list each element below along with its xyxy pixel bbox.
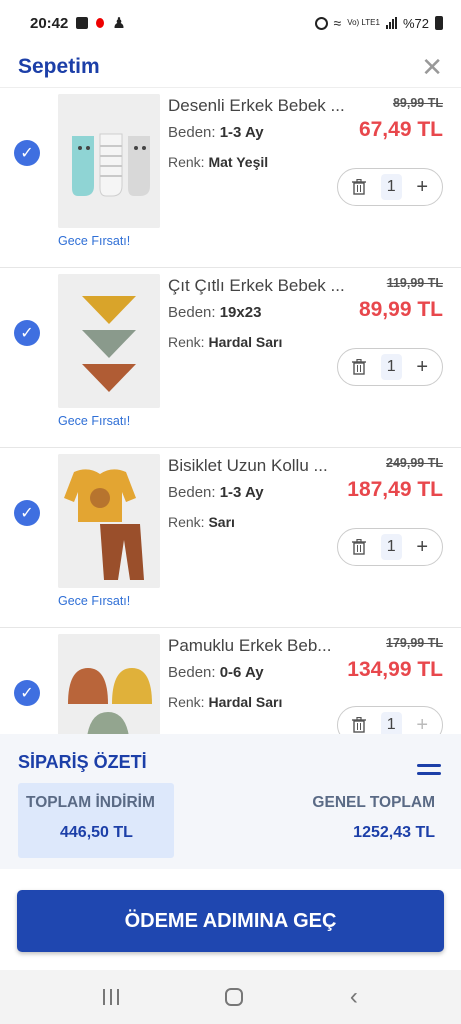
quantity-value[interactable]: 1 <box>380 534 402 560</box>
item-checkbox[interactable]: ✓ <box>14 500 40 526</box>
cart-header: Sepetim ✕ <box>0 46 461 88</box>
total-discount-box: TOPLAM İNDİRİM 446,50 TL <box>18 783 174 858</box>
battery-percent: %72 <box>402 15 429 31</box>
product-image[interactable] <box>58 634 160 734</box>
total-label: GENEL TOPLAM <box>312 794 435 811</box>
product-size: Beden: 19x23 <box>168 304 262 321</box>
quantity-value[interactable]: 1 <box>380 174 402 200</box>
cart-item-list[interactable]: ✓ Gece Fırsatı! Desenli Erkek Bebek ... … <box>0 88 461 734</box>
discount-label: TOPLAM İNDİRİM <box>26 794 155 811</box>
plus-icon[interactable]: + <box>416 176 428 199</box>
signal-icon <box>385 17 397 29</box>
trash-icon[interactable] <box>352 359 366 375</box>
product-size: Beden: 1-3 Ay <box>168 124 264 141</box>
cart-item: ✓ Gece Fırsatı! Bisiklet Uzun Kollu ... … <box>0 448 461 628</box>
current-price: 134,99 TL <box>347 658 443 681</box>
product-image[interactable] <box>58 94 160 228</box>
vodafone-icon <box>96 18 105 28</box>
item-checkbox[interactable]: ✓ <box>14 680 40 706</box>
deal-badge: Gece Fırsatı! <box>58 594 131 608</box>
plus-icon[interactable]: + <box>416 714 428 735</box>
quantity-value[interactable]: 1 <box>380 354 402 380</box>
product-image[interactable] <box>58 274 160 408</box>
trash-icon[interactable] <box>352 179 366 195</box>
plus-icon[interactable]: + <box>416 536 428 559</box>
status-time: 20:42 <box>30 14 69 32</box>
system-nav-bar: ‹ <box>0 970 461 1024</box>
network-label: Vo) LTE1 <box>347 18 380 27</box>
product-size: Beden: 0-6 Ay <box>168 664 264 681</box>
wifi-icon: ≈ <box>333 15 342 31</box>
summary-title: SİPARİŞ ÖZETİ <box>18 752 147 772</box>
discount-value: 446,50 TL <box>60 824 133 841</box>
plus-icon[interactable]: + <box>416 356 428 379</box>
old-price: 89,99 TL <box>392 96 443 110</box>
product-name[interactable]: Çıt Çıtlı Erkek Bebek ... <box>168 276 345 296</box>
close-icon[interactable]: ✕ <box>421 54 443 80</box>
status-bar: 20:42 ♟ ≈ Vo) LTE1 %72 <box>0 0 461 46</box>
quantity-value[interactable]: 1 <box>380 712 402 734</box>
product-image[interactable] <box>58 454 160 588</box>
product-name[interactable]: Pamuklu Erkek Beb... <box>168 636 331 656</box>
notification-icon: ♟ <box>112 15 126 32</box>
home-icon[interactable] <box>225 988 244 1006</box>
order-summary: SİPARİŞ ÖZETİ TOPLAM İNDİRİM 446,50 TL G… <box>0 734 461 869</box>
current-price: 67,49 TL <box>358 118 443 141</box>
alarm-icon <box>314 16 328 30</box>
product-color: Renk: Mat Yeşil <box>168 154 269 170</box>
expand-summary-icon[interactable] <box>417 764 441 780</box>
old-price: 179,99 TL <box>386 636 443 650</box>
page-title: Sepetim <box>18 54 100 78</box>
battery-icon <box>435 16 443 30</box>
total-value: 1252,43 TL <box>353 824 435 841</box>
trash-icon[interactable] <box>352 717 366 733</box>
back-icon[interactable]: ‹ <box>350 983 358 1011</box>
product-color: Renk: Hardal Sarı <box>168 334 283 350</box>
gallery-icon <box>76 17 89 29</box>
product-color: Renk: Sarı <box>168 514 235 530</box>
old-price: 119,99 TL <box>386 276 443 290</box>
checkout-button[interactable]: ÖDEME ADIMINA GEÇ <box>17 890 444 952</box>
quantity-stepper: 1 + <box>337 168 443 206</box>
cart-item: ✓ Gece Fırsatı! Desenli Erkek Bebek ... … <box>0 88 461 268</box>
cart-item: ✓ Gece Fırsatı! Çıt Çıtlı Erkek Bebek ..… <box>0 268 461 448</box>
item-checkbox[interactable]: ✓ <box>14 320 40 346</box>
trash-icon[interactable] <box>352 539 366 555</box>
quantity-stepper: 1 + <box>337 348 443 386</box>
product-color: Renk: Hardal Sarı <box>168 694 283 710</box>
old-price: 249,99 TL <box>386 456 443 470</box>
cart-item: ✓ Pamuklu Erkek Beb... Beden: 0-6 Ay Ren… <box>0 628 461 734</box>
quantity-stepper: 1 + <box>337 706 443 734</box>
product-name[interactable]: Bisiklet Uzun Kollu ... <box>168 456 328 476</box>
product-size: Beden: 1-3 Ay <box>168 484 264 501</box>
current-price: 187,49 TL <box>347 478 443 501</box>
deal-badge: Gece Fırsatı! <box>58 414 131 428</box>
recent-apps-icon[interactable] <box>103 989 120 1005</box>
current-price: 89,99 TL <box>358 298 443 321</box>
product-name[interactable]: Desenli Erkek Bebek ... <box>168 96 345 116</box>
deal-badge: Gece Fırsatı! <box>58 234 131 248</box>
item-checkbox[interactable]: ✓ <box>14 140 40 166</box>
quantity-stepper: 1 + <box>337 528 443 566</box>
